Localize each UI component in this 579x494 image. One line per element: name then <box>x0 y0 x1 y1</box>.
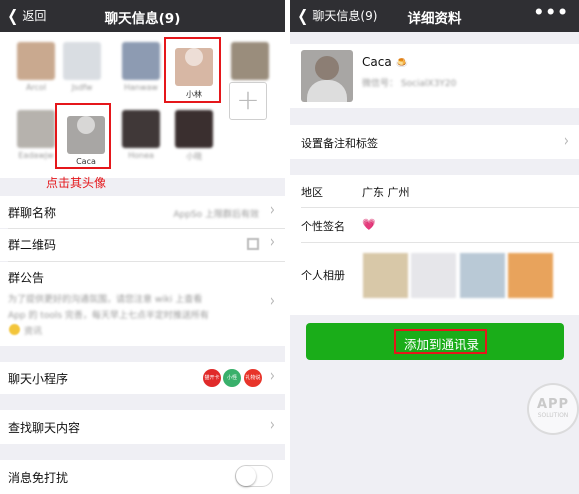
chevron-right-icon: › <box>269 415 275 436</box>
announcement-text-line2: App 的 tools 完善，每天早上七点半定时推送所有 <box>8 311 209 321</box>
member-name: Arcol <box>25 83 47 92</box>
nav-bar: ❮ 聊天信息(9) 详细资料 ••• <box>290 0 579 32</box>
member-6[interactable]: Eadawjw <box>14 110 58 160</box>
member-name: Jsdfw <box>71 83 93 92</box>
album-photo <box>508 253 553 298</box>
member-name: Honea <box>128 151 154 160</box>
highlight-box-caca <box>55 103 111 169</box>
group-name-value: AppSo 上限群后有效 <box>173 210 259 220</box>
mini-program-label: 聊天小程序 <box>8 372 69 386</box>
chevron-left-icon: ❮ <box>297 5 309 25</box>
divider <box>301 242 579 243</box>
nav-bar: ❮ 返回 聊天信息(9) <box>0 0 285 32</box>
group-announcement-row[interactable]: 群公告 为了提供更好的沟通氛围，请您注意 wiki 上查看 App 的 tool… <box>0 262 285 346</box>
divider <box>301 207 579 208</box>
add-to-contacts-label: 添加到通讯录 <box>394 329 488 354</box>
mute-notifications-row: 消息免打扰 <box>0 460 285 494</box>
member-3[interactable]: Hanwaw <box>119 42 163 92</box>
album-label: 个人相册 <box>301 269 345 282</box>
signature-label: 个性签名 <box>301 220 345 233</box>
group-qr-row[interactable]: 群二维码 › <box>0 229 285 261</box>
group-qr-label: 群二维码 <box>8 238 57 252</box>
profile-name: Caca 🍮 <box>362 55 408 69</box>
watermark-line2: SOLUTION <box>537 412 569 419</box>
mini-app-icon: 猫开卡 <box>203 369 221 387</box>
back-button[interactable]: ❮ 返回 <box>6 7 46 24</box>
member-avatar <box>231 42 269 80</box>
member-avatar <box>122 110 160 148</box>
highlight-box-xiaolin <box>164 37 221 103</box>
add-member-button[interactable]: + <box>229 82 267 120</box>
announcement-text-line1: 为了提供更好的沟通氛围，请您注意 wiki 上查看 <box>8 295 203 305</box>
member-2[interactable]: Jsdfw <box>60 42 104 92</box>
emoji-icon <box>9 324 20 335</box>
announcement-text-line3: 资讯 <box>24 327 43 337</box>
member-avatar <box>63 42 101 80</box>
member-name: Hanwaw <box>124 83 158 92</box>
member-8[interactable]: Honea <box>119 110 163 160</box>
chevron-right-icon: › <box>563 131 569 152</box>
app-solution-watermark: APP SOLUTION <box>527 383 579 435</box>
chevron-right-icon: › <box>269 232 275 253</box>
member-avatar <box>17 42 55 80</box>
wechat-id: 微信号： SocialX3Y20 <box>362 79 457 89</box>
mini-app-icon: 礼物说 <box>244 369 262 387</box>
more-options-button[interactable]: ••• <box>533 3 569 23</box>
group-name-row[interactable]: 群聊名称 AppSo 上限群后有效 › <box>0 196 285 228</box>
chevron-left-icon: ❮ <box>7 5 19 25</box>
back-label: 聊天信息(9) <box>312 9 378 23</box>
member-avatar <box>122 42 160 80</box>
heart-icon: 💗 <box>362 218 376 231</box>
chevron-right-icon: › <box>269 291 275 312</box>
region-label: 地区 <box>301 186 323 199</box>
mini-app-icon: 小怪 <box>223 369 241 387</box>
contact-detail-screen: ❮ 聊天信息(9) 详细资料 ••• Caca 🍮 微信号： SocialX3Y… <box>290 0 579 494</box>
tap-avatar-hint: 点击其头像 <box>46 176 107 190</box>
set-remark-row[interactable]: 设置备注和标签 › <box>290 125 579 159</box>
album-photo <box>411 253 456 298</box>
region-value: 广东 广州 <box>362 186 410 199</box>
group-chat-info-screen: ❮ 返回 聊天信息(9) ArcolJsdfwHanwaw小林KsbfwEada… <box>0 0 285 494</box>
search-chat-label: 查找聊天内容 <box>8 421 81 435</box>
pudding-icon: 🍮 <box>395 58 408 69</box>
add-to-contacts-button[interactable]: 添加到通讯录 <box>306 323 564 360</box>
mini-program-row[interactable]: 聊天小程序 猫开卡 小怪 礼物说 › <box>0 362 285 394</box>
member-1[interactable]: Arcol <box>14 42 58 92</box>
chevron-right-icon: › <box>269 200 275 221</box>
set-remark-label: 设置备注和标签 <box>301 137 378 150</box>
toggle-knob <box>236 466 256 486</box>
back-button[interactable]: ❮ 聊天信息(9) <box>296 7 377 24</box>
member-name: Eadawjw <box>18 151 54 160</box>
back-label: 返回 <box>22 9 47 23</box>
member-9[interactable]: 小晓 <box>172 110 216 162</box>
search-chat-row[interactable]: 查找聊天内容 › <box>0 410 285 444</box>
mute-label: 消息免打扰 <box>8 471 69 485</box>
member-avatar <box>17 110 55 148</box>
profile-card: Caca 🍮 微信号： SocialX3Y20 <box>290 44 579 108</box>
member-avatar <box>175 110 213 148</box>
chevron-right-icon: › <box>269 366 275 387</box>
profile-name-text: Caca <box>362 55 392 69</box>
watermark-line1: APP <box>536 397 570 412</box>
album-photo <box>460 253 505 298</box>
member-name: 小晓 <box>186 152 202 161</box>
profile-avatar[interactable] <box>301 50 353 102</box>
mute-toggle[interactable] <box>235 465 273 487</box>
qr-code-icon <box>247 238 259 250</box>
album-photo <box>363 253 408 298</box>
group-name-label: 群聊名称 <box>8 206 57 220</box>
avatar-face <box>315 56 339 80</box>
announcement-label: 群公告 <box>8 271 45 285</box>
avatar-body <box>307 80 347 102</box>
